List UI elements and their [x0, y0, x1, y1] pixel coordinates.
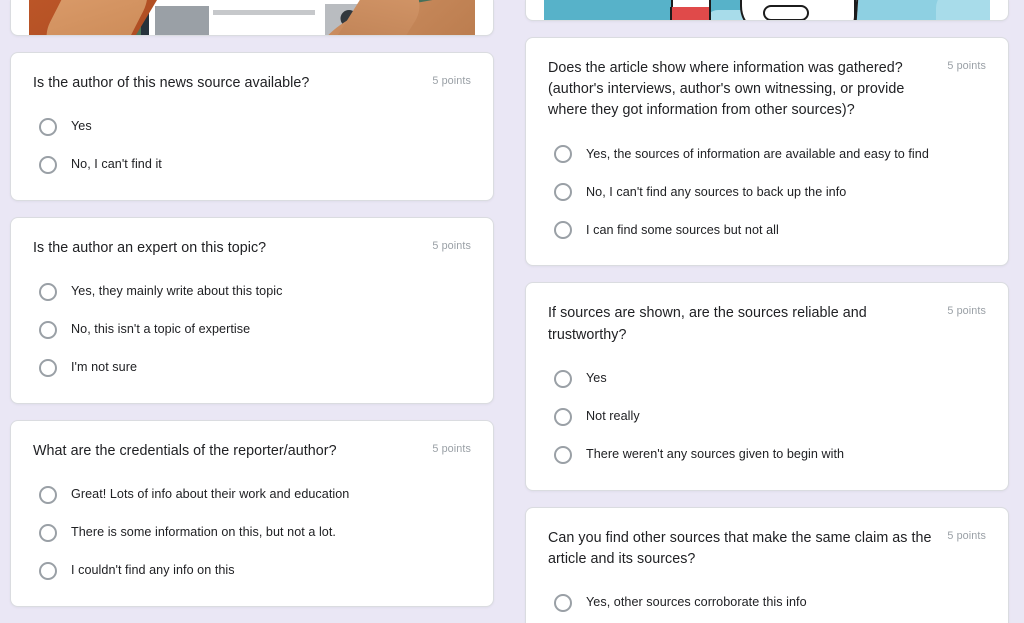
radio-button-icon[interactable]: [39, 562, 57, 580]
option-label: Not really: [586, 408, 640, 423]
question-points: 5 points: [947, 60, 986, 72]
option-row[interactable]: There is some information on this, but n…: [39, 518, 471, 548]
radio-button-icon[interactable]: [554, 221, 572, 240]
left-image-card: [10, 0, 494, 36]
radio-button-icon[interactable]: [554, 145, 572, 164]
radio-button-icon[interactable]: [39, 524, 57, 542]
question-title: What are the credentials of the reporter…: [33, 442, 337, 459]
question-card: What are the credentials of the reporter…: [10, 419, 494, 607]
option-row[interactable]: Yes, other sources corroborate this info: [554, 588, 986, 618]
right-column: Does the article show where information …: [525, 0, 1009, 623]
question-points: 5 points: [947, 305, 986, 318]
question-header: Does the article show where information …: [548, 58, 986, 121]
option-label: Yes, other sources corroborate this info: [586, 595, 807, 610]
option-row[interactable]: No, I can't find any sources to back up …: [554, 177, 986, 207]
option-row[interactable]: I can find some sources but not all: [554, 215, 986, 245]
question-header: Is the author of this news source availa…: [33, 73, 471, 94]
option-label: Yes, they mainly write about this topic: [71, 284, 283, 299]
question-card: If sources are shown, are the sources re…: [525, 282, 1009, 491]
question-points: 5 points: [432, 239, 471, 252]
option-row[interactable]: Yes, they mainly write about this topic: [39, 277, 471, 307]
radio-button-icon[interactable]: [554, 407, 572, 426]
hands-teal-illustration: [544, 0, 990, 20]
option-label: Yes, the sources of information are avai…: [586, 146, 929, 161]
option-label: Yes: [71, 118, 92, 133]
hand-pointing-at-monitor-illustration: [29, 0, 475, 35]
question-title: Is the author an expert on this topic?: [33, 239, 267, 256]
option-row[interactable]: Yes, the sources of information are avai…: [554, 139, 986, 169]
radio-button-icon[interactable]: [554, 445, 572, 464]
radio-button-icon[interactable]: [554, 369, 572, 388]
question-header: Is the author an expert on this topic? 5…: [33, 238, 471, 259]
question-points: 5 points: [432, 442, 471, 455]
question-points: 5 points: [432, 74, 471, 87]
question-card: Does the article show where information …: [525, 37, 1009, 267]
option-label: No, I can't find it: [71, 156, 162, 171]
radio-button-icon[interactable]: [39, 282, 57, 301]
option-row[interactable]: There weren't any sources given to begin…: [554, 440, 986, 470]
radio-button-icon[interactable]: [39, 358, 57, 377]
option-row[interactable]: No, I can't find it: [39, 150, 471, 180]
option-label: Yes: [586, 370, 607, 385]
option-label: Great! Lots of info about their work and…: [71, 487, 350, 502]
question-header: If sources are shown, are the sources re…: [548, 303, 986, 345]
question-card: Is the author of this news source availa…: [10, 51, 494, 201]
option-label: There is some information on this, but n…: [71, 525, 336, 540]
option-label: No, this isn't a topic of expertise: [71, 322, 251, 337]
question-card: Is the author an expert on this topic? 5…: [10, 216, 494, 404]
option-label: No, I can't find any sources to back up …: [586, 184, 847, 199]
radio-button-icon[interactable]: [39, 117, 57, 136]
form-page: Is the author of this news source availa…: [0, 0, 1024, 623]
option-row[interactable]: I couldn't find any info on this: [39, 556, 471, 586]
question-title: Does the article show where information …: [548, 60, 905, 119]
radio-button-icon[interactable]: [554, 183, 572, 202]
radio-button-icon[interactable]: [39, 320, 57, 339]
option-label: I can find some sources but not all: [586, 222, 779, 237]
question-card: Can you find other sources that make the…: [525, 506, 1009, 623]
option-label: I'm not sure: [71, 360, 137, 375]
radio-button-icon[interactable]: [39, 155, 57, 174]
option-row[interactable]: I'm not sure: [39, 353, 471, 383]
question-title: Can you find other sources that make the…: [548, 529, 932, 567]
option-row[interactable]: Not really: [554, 402, 986, 432]
option-row[interactable]: Great! Lots of info about their work and…: [39, 480, 471, 510]
option-row[interactable]: Yes: [39, 112, 471, 142]
left-column: Is the author of this news source availa…: [10, 0, 494, 623]
right-image-card: [525, 0, 1009, 21]
option-row[interactable]: Yes: [554, 364, 986, 394]
question-points: 5 points: [947, 529, 986, 542]
radio-button-icon[interactable]: [39, 486, 57, 504]
option-label: I couldn't find any info on this: [71, 563, 235, 578]
question-title: If sources are shown, are the sources re…: [548, 305, 867, 343]
option-label: There weren't any sources given to begin…: [586, 446, 845, 461]
question-title: Is the author of this news source availa…: [33, 74, 310, 91]
question-header: What are the credentials of the reporter…: [33, 441, 471, 462]
question-header: Can you find other sources that make the…: [548, 528, 986, 570]
radio-button-icon[interactable]: [554, 594, 572, 613]
option-row[interactable]: No, this isn't a topic of expertise: [39, 315, 471, 345]
